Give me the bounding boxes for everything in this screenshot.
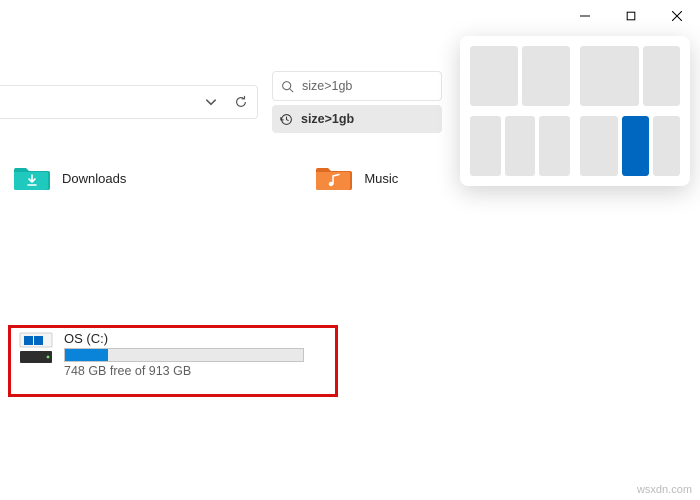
downloads-folder-icon xyxy=(14,164,50,192)
snap-layout-option-4[interactable] xyxy=(580,116,680,176)
snap-cell xyxy=(653,116,680,176)
drive-capacity-bar xyxy=(64,348,304,362)
maximize-button[interactable] xyxy=(608,0,654,32)
close-button[interactable] xyxy=(654,0,700,32)
snap-layouts-panel xyxy=(460,36,690,186)
drive-free-text: 748 GB free of 913 GB xyxy=(64,364,328,378)
folder-label: Music xyxy=(364,171,398,186)
snap-cell-selected xyxy=(622,116,649,176)
snap-cell xyxy=(539,116,570,176)
search-suggestion-text: size>1gb xyxy=(301,112,354,126)
snap-cell xyxy=(580,46,639,106)
chevron-down-icon[interactable] xyxy=(201,92,221,112)
folder-items: Downloads Music xyxy=(14,164,398,192)
folder-downloads[interactable]: Downloads xyxy=(14,164,126,192)
snap-layout-option-1[interactable] xyxy=(470,46,570,106)
search-suggestion[interactable]: size>1gb xyxy=(272,105,442,133)
minimize-button[interactable] xyxy=(562,0,608,32)
snap-cell xyxy=(505,116,536,176)
snap-cell xyxy=(522,46,570,106)
search-input[interactable]: size>1gb xyxy=(272,71,442,101)
music-folder-icon xyxy=(316,164,352,192)
snap-cell xyxy=(470,46,518,106)
watermark: wsxdn.com xyxy=(637,484,692,496)
drive-icon xyxy=(18,331,54,367)
snap-layout-option-2[interactable] xyxy=(580,46,680,106)
snap-cell xyxy=(643,46,680,106)
refresh-icon[interactable] xyxy=(231,92,251,112)
folder-music[interactable]: Music xyxy=(316,164,398,192)
snap-cell xyxy=(470,116,501,176)
drive-os-c[interactable]: OS (C:) 748 GB free of 913 GB xyxy=(8,325,338,397)
snap-layout-option-3[interactable] xyxy=(470,116,570,176)
address-bar[interactable] xyxy=(0,85,258,119)
folder-label: Downloads xyxy=(62,171,126,186)
history-icon xyxy=(280,113,293,126)
snap-cell xyxy=(580,116,618,176)
drive-label: OS (C:) xyxy=(64,331,328,346)
search-query: size>1gb xyxy=(302,79,352,93)
search-icon xyxy=(281,80,294,93)
